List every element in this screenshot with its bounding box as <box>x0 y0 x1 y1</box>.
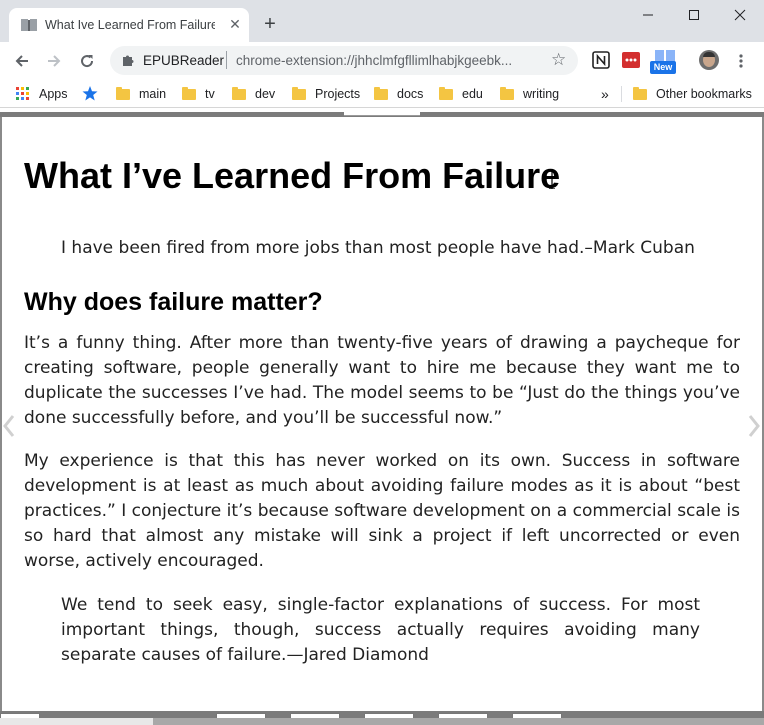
address-bar[interactable]: EPUBReader chrome-extension://jhhclmfgfl… <box>110 46 578 75</box>
bookmark-label: main <box>139 87 167 101</box>
text-cursor-icon <box>549 171 555 189</box>
apps-grid-icon <box>16 87 29 100</box>
profile-avatar[interactable] <box>699 50 719 70</box>
reader-left-border <box>0 117 2 711</box>
bookmark-folder-main[interactable]: main <box>116 85 166 103</box>
paragraph: It’s a funny thing. After more than twen… <box>24 333 740 428</box>
folder-icon <box>439 86 453 100</box>
browser-toolbar: EPUBReader chrome-extension://jhhclmfgfl… <box>0 42 764 79</box>
title-bar: What Ive Learned From Failure - E ✕ + <box>0 0 764 42</box>
apps-label: Apps <box>39 87 68 101</box>
bookmark-label: dev <box>255 87 276 101</box>
close-icon[interactable]: ✕ <box>226 15 244 33</box>
todoist-icon[interactable] <box>622 51 640 69</box>
bookmark-label: edu <box>462 87 483 101</box>
maximize-icon[interactable] <box>671 0 717 30</box>
folder-icon <box>116 86 130 100</box>
url-separator <box>226 51 227 69</box>
toolbar-tab[interactable] <box>290 713 340 718</box>
menu-dots-icon[interactable] <box>737 53 745 69</box>
new-extension-icon[interactable]: New <box>650 48 678 76</box>
bookmark-apps[interactable]: Apps <box>16 85 68 103</box>
book-icon <box>21 19 37 31</box>
bookmarks-bar: Apps main tv dev Projects docs edu writi… <box>0 79 764 108</box>
bookmark-label: docs <box>397 87 424 101</box>
site-name: EPUBReader <box>143 53 225 68</box>
toolbar-tab[interactable] <box>438 713 488 718</box>
section-heading: Why does failure matter? <box>24 288 323 316</box>
star-icon[interactable]: ☆ <box>551 51 566 69</box>
block-quote: We tend to seek easy, single-factor expl… <box>61 595 700 665</box>
bookmark-label: writing <box>523 87 560 101</box>
folder-icon <box>633 86 647 100</box>
new-badge: New <box>650 61 676 74</box>
notion-icon[interactable] <box>592 51 610 69</box>
bookmark-folder-dev[interactable]: dev <box>232 85 275 103</box>
bookmark-star-icon[interactable] <box>82 86 98 101</box>
epigraph: I have been fired from more jobs than mo… <box>61 238 695 258</box>
folder-icon <box>292 86 306 100</box>
toolbar-tab[interactable] <box>0 713 40 718</box>
url-text[interactable]: chrome-extension://jhhclmfgfllimlhabjkge… <box>236 53 536 68</box>
reload-icon[interactable] <box>74 48 100 74</box>
reading-progress-fill <box>0 718 153 725</box>
browser-tab[interactable]: What Ive Learned From Failure - E ✕ <box>9 8 249 42</box>
toolbar-tab[interactable] <box>364 713 414 718</box>
tab-title: What Ive Learned From Failure - E <box>45 18 215 32</box>
bookmark-label: Projects <box>315 87 361 101</box>
bookmark-folder-projects[interactable]: Projects <box>292 85 360 103</box>
bookmarks-overflow-button[interactable]: » <box>601 85 609 103</box>
forward-icon[interactable] <box>41 48 67 74</box>
bookmark-divider <box>621 86 622 102</box>
bookmark-folder-writing[interactable]: writing <box>500 85 559 103</box>
bookmark-folder-other[interactable]: Other bookmarks <box>633 85 752 103</box>
puzzle-icon <box>123 55 134 66</box>
bookmark-folder-edu[interactable]: edu <box>439 85 483 103</box>
window-close-icon[interactable] <box>717 0 763 30</box>
folder-icon <box>182 86 196 100</box>
next-page-icon[interactable] <box>748 414 760 438</box>
folder-icon <box>500 86 514 100</box>
toolbar-tab[interactable] <box>216 713 266 718</box>
bookmark-label: tv <box>205 87 215 101</box>
reader-top-toggle[interactable] <box>344 112 420 116</box>
toolbar-tab[interactable] <box>512 713 562 718</box>
bookmark-folder-docs[interactable]: docs <box>374 85 423 103</box>
folder-icon <box>232 86 246 100</box>
plus-icon[interactable]: + <box>259 13 281 35</box>
minimize-icon[interactable] <box>625 0 671 30</box>
prev-page-icon[interactable] <box>3 414 15 438</box>
bookmark-folder-tv[interactable]: tv <box>182 85 215 103</box>
folder-icon <box>374 86 388 100</box>
paragraph: My experience is that this has never wor… <box>24 451 740 571</box>
chapter-title: What I’ve Learned From Failure <box>24 155 561 196</box>
bookmark-label: Other bookmarks <box>656 87 752 101</box>
back-icon[interactable] <box>9 48 35 74</box>
